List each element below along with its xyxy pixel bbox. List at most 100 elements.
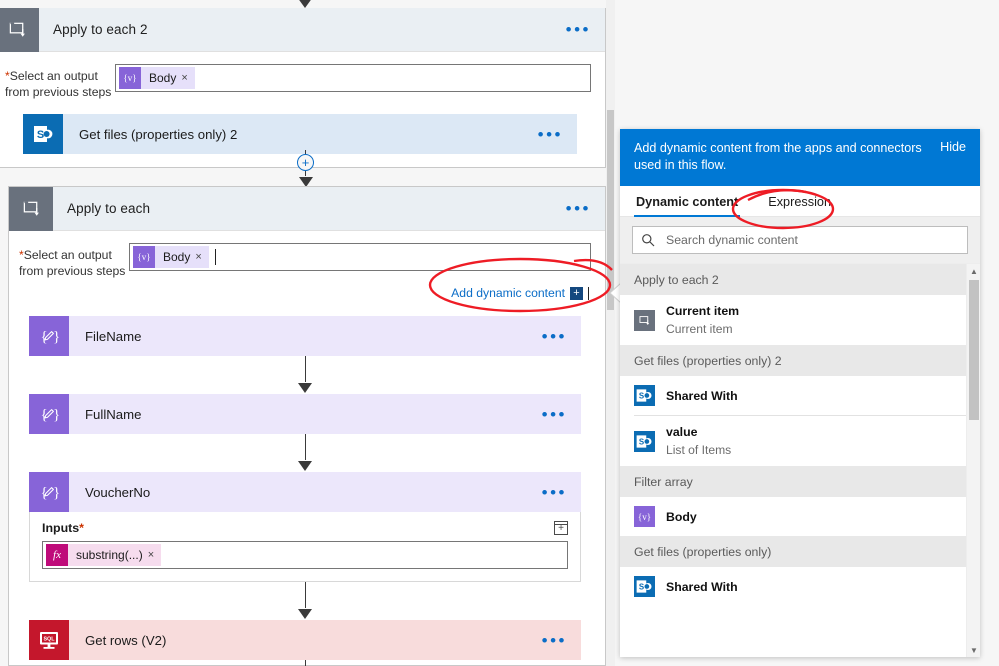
hide-panel-button[interactable]: Hide bbox=[940, 140, 966, 154]
substring-token-label: substring(...) bbox=[76, 548, 143, 562]
search-icon bbox=[641, 233, 655, 247]
add-dynamic-content-plus-icon[interactable]: + bbox=[570, 286, 583, 300]
search-box[interactable] bbox=[632, 226, 968, 254]
apply-to-each-2-select-output-row: *Select an output from previous steps {v… bbox=[0, 52, 605, 104]
action-name: VoucherNo bbox=[85, 484, 151, 500]
scroll-up-arrow-icon[interactable]: ▲ bbox=[967, 264, 980, 278]
body-token-label: Body bbox=[163, 250, 191, 264]
list-item[interactable]: S Shared With bbox=[620, 567, 980, 606]
compose-icon: { } bbox=[29, 394, 69, 434]
voucherno-inputs-field[interactable]: fx substring(...) × bbox=[42, 541, 568, 569]
sharepoint-icon: S bbox=[634, 430, 655, 452]
add-dynamic-content-link[interactable]: Add dynamic content + bbox=[451, 286, 589, 300]
group-header-get-files-properties-only: Get files (properties only) bbox=[620, 536, 980, 567]
list-item-text: Shared With bbox=[666, 387, 738, 405]
search-wrapper bbox=[620, 217, 980, 263]
group-header-get-files-properties-only-2: Get files (properties only) 2 bbox=[620, 345, 980, 376]
list-item[interactable]: S value List of Items bbox=[620, 416, 980, 466]
tab-dynamic-content[interactable]: Dynamic content bbox=[634, 186, 741, 217]
action-get-files-properties-only-2[interactable]: S Get files (properties only) 2 ••• bbox=[23, 114, 577, 154]
scroll-down-arrow-icon[interactable]: ▼ bbox=[967, 643, 980, 657]
action-menu-button[interactable]: ••• bbox=[538, 126, 563, 143]
apply-to-each-2-header[interactable]: Apply to each 2 ••• bbox=[0, 7, 605, 52]
substring-token-remove-icon[interactable]: × bbox=[148, 549, 161, 561]
action-filename[interactable]: { } FileName ••• bbox=[29, 316, 581, 356]
list-item-text: Current item Current item bbox=[666, 302, 739, 338]
text-caret bbox=[214, 249, 216, 265]
connector bbox=[295, 582, 315, 620]
list-item-text: value List of Items bbox=[666, 423, 731, 459]
canvas-scrollbar-thumb[interactable] bbox=[607, 110, 614, 310]
list-item-text: Shared With bbox=[666, 578, 738, 596]
fx-icon: fx bbox=[46, 544, 68, 566]
insert-step-button[interactable]: + bbox=[297, 154, 314, 171]
connector-with-add-button: + bbox=[297, 150, 314, 188]
list-item[interactable]: {v} Body bbox=[620, 497, 980, 536]
sharepoint-icon: S bbox=[634, 385, 655, 406]
action-get-rows-v2[interactable]: SQL Get rows (V2) ••• bbox=[29, 620, 581, 660]
svg-text:S: S bbox=[37, 129, 44, 141]
required-asterisk: * bbox=[79, 521, 84, 535]
body-token[interactable]: {v} Body × bbox=[133, 246, 209, 268]
tab-expression[interactable]: Expression bbox=[766, 186, 833, 216]
select-output-input[interactable]: {v} Body × bbox=[129, 243, 591, 271]
panel-scrollbar-thumb[interactable] bbox=[969, 280, 979, 420]
inputs-label: Inputs* bbox=[42, 521, 84, 535]
svg-text:S: S bbox=[639, 392, 644, 401]
dynamic-content-panel: Add dynamic content from the apps and co… bbox=[620, 129, 980, 657]
compose-icon: { } bbox=[29, 316, 69, 356]
apply-to-each-2-menu-button[interactable]: ••• bbox=[566, 21, 591, 38]
action-menu-button[interactable]: ••• bbox=[542, 328, 567, 345]
canvas-scrollbar[interactable] bbox=[606, 0, 615, 666]
connector-line bbox=[304, 434, 306, 460]
sharepoint-icon: S bbox=[23, 114, 63, 154]
list-item[interactable]: Current item Current item bbox=[620, 295, 980, 345]
apply-to-each-header[interactable]: Apply to each ••• bbox=[9, 186, 605, 231]
flow-designer-canvas: Apply to each 2 ••• *Select an output fr… bbox=[0, 0, 615, 666]
list-item[interactable]: S Shared With bbox=[620, 376, 980, 415]
substring-expression-token[interactable]: fx substring(...) × bbox=[46, 544, 162, 566]
connector bbox=[295, 660, 315, 666]
action-menu-button[interactable]: ••• bbox=[542, 406, 567, 423]
loop-icon bbox=[0, 7, 39, 52]
select-output-input[interactable]: {v} Body × bbox=[115, 64, 591, 92]
variable-icon: {v} bbox=[133, 246, 155, 268]
svg-text:SQL: SQL bbox=[43, 637, 55, 643]
scope1-actions: { } FileName ••• {} FullName ••• {} Vo… bbox=[9, 300, 605, 666]
list-item-subtitle: Current item bbox=[666, 322, 733, 336]
action-name: FileName bbox=[85, 328, 142, 344]
list-item-title: Shared With bbox=[666, 388, 738, 403]
group-header-filter-array: Filter array bbox=[620, 466, 980, 497]
action-voucherno[interactable]: { } VoucherNo ••• bbox=[29, 472, 581, 512]
group-header-apply-to-each-2: Apply to each 2 bbox=[620, 264, 980, 295]
action-menu-button[interactable]: ••• bbox=[542, 632, 567, 649]
list-item-title: Current item bbox=[666, 304, 740, 318]
sharepoint-icon: S bbox=[634, 576, 655, 597]
search-input[interactable] bbox=[664, 232, 959, 248]
svg-text:}: } bbox=[53, 485, 60, 501]
action-name: FullName bbox=[85, 406, 142, 422]
voucherno-inputs-panel: Inputs* fx substring(...) × bbox=[29, 512, 581, 582]
action-name: Get rows (V2) bbox=[85, 632, 167, 648]
select-output-label: *Select an output from previous steps bbox=[19, 248, 126, 278]
apply-to-each-menu-button[interactable]: ••• bbox=[566, 200, 591, 217]
scope2-actions: S Get files (properties only) 2 ••• bbox=[0, 104, 605, 154]
panel-header-text: Add dynamic content from the apps and co… bbox=[634, 141, 922, 172]
select-output-label: *Select an output from previous steps bbox=[5, 69, 112, 99]
action-fullname[interactable]: { } FullName ••• bbox=[29, 394, 581, 434]
add-dynamic-content-icon[interactable] bbox=[554, 521, 568, 535]
loop-icon bbox=[634, 309, 655, 331]
connector-arrow bbox=[297, 382, 313, 394]
screen-root: Apply to each 2 ••• *Select an output fr… bbox=[0, 0, 999, 666]
body-token-remove-icon[interactable]: × bbox=[195, 251, 208, 263]
action-menu-button[interactable]: ••• bbox=[542, 484, 567, 501]
body-token-remove-icon[interactable]: × bbox=[181, 72, 194, 84]
body-token[interactable]: {v} Body × bbox=[119, 67, 195, 89]
list-item-title: Body bbox=[666, 509, 697, 524]
svg-text:}: } bbox=[53, 407, 60, 423]
loop-icon bbox=[9, 186, 53, 231]
panel-scrollbar[interactable]: ▲ ▼ bbox=[966, 264, 980, 657]
panel-tabs: Dynamic content Expression bbox=[620, 186, 980, 217]
inputs-label-row: Inputs* bbox=[42, 521, 568, 535]
dynamic-content-list: Apply to each 2 Current item Current ite… bbox=[620, 263, 980, 657]
